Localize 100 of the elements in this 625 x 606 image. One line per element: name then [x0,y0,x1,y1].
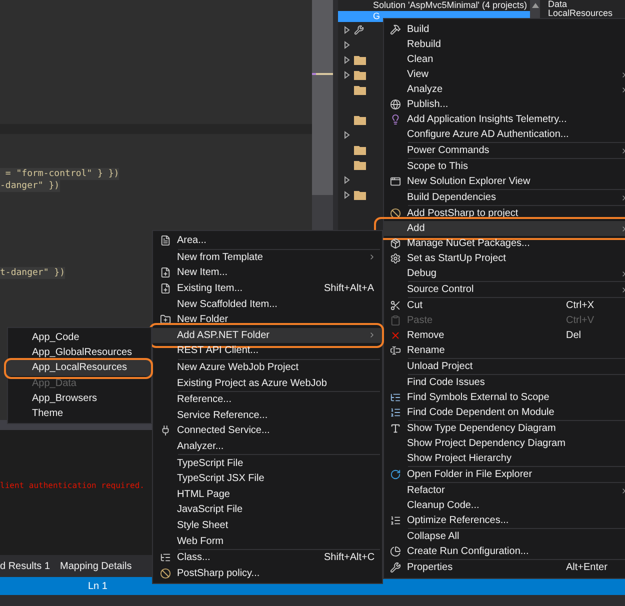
menu-item[interactable]: Clean [384,52,625,67]
tree-label: LocalResources [548,9,613,18]
folder-icon [354,115,366,125]
scissors-icon [390,300,401,311]
menu-item[interactable]: Remove Del [384,328,625,343]
menu-item[interactable]: App_LocalResources [8,360,151,376]
menu-item[interactable]: Find Symbols External to Scope [384,390,625,405]
menu-item[interactable]: Service Reference... [153,408,382,424]
menu-item[interactable]: JavaScript File [153,502,382,518]
menu-item[interactable]: Theme [8,406,151,422]
menu-item[interactable]: Web Form [153,533,382,549]
scroll-marker [312,73,333,75]
menu-item[interactable]: Set as StartUp Project [384,251,625,266]
folder-icon [354,160,366,170]
menu-item[interactable]: Reference... [153,392,382,408]
menu-item[interactable]: New Azure WebJob Project [153,360,382,376]
hammer-icon [390,24,401,35]
window-icon [390,176,401,187]
menu-item[interactable]: Properties Alt+Enter [384,560,625,575]
folder-icon [354,70,366,80]
expand-arrow-icon[interactable] [344,131,350,139]
rename-icon [390,345,401,356]
plug-icon [160,425,170,436]
menu-item[interactable]: Find Code Issues [384,375,625,390]
pie-icon [390,546,401,557]
menu-item[interactable]: Add [384,221,625,236]
menu-item[interactable]: Rebuild [384,37,625,52]
menu-item[interactable]: Configure Azure AD Authentication... [384,127,625,142]
menu-item[interactable]: New Folder [153,312,382,328]
menu-item[interactable]: PostSharp policy... [153,565,382,582]
menu-item[interactable]: Publish... [384,97,625,112]
settings-icon [390,253,401,264]
menu-item[interactable]: Show Type Dependency Diagram [384,421,625,436]
menu-item[interactable]: Cut Ctrl+X [384,298,625,313]
menu-item[interactable]: Analyze [384,82,625,97]
clipboard-icon [390,315,401,326]
menu-item[interactable]: Scope to This [384,159,625,174]
menu-item[interactable]: Refactor [384,483,625,498]
slashed-circle-icon [160,568,170,579]
error-message: lient authentication required. [0,480,144,492]
menu-item[interactable]: HTML Page [153,486,382,502]
menu-item[interactable]: New Solution Explorer View [384,174,625,189]
menu-item[interactable]: Area... [153,233,382,249]
menu-item[interactable]: TypeScript JSX File [153,470,382,486]
panel-tab[interactable]: d Results 1 [0,558,50,574]
file-plus-icon [160,267,170,278]
menu-item[interactable]: TypeScript File [153,455,382,471]
document-icon [160,235,170,246]
menu-item[interactable]: New from Template [153,250,382,266]
tree-row[interactable]: Solution 'AspMvc5Minimal' (4 projects) [338,0,530,11]
package-icon [390,238,401,249]
menu-item[interactable]: Rename [384,343,625,358]
menu-item[interactable]: App_GlobalResources [8,345,151,360]
menu-item[interactable]: App_Code [8,330,151,346]
menu-item[interactable]: Unload Project [384,359,625,374]
menu-item[interactable]: Add Application Insights Telemetry... [384,112,625,127]
menu-item[interactable]: Build [384,22,625,37]
lightbulb-icon [390,114,401,125]
menu-item[interactable]: Add ASP.NET Folder [153,328,382,344]
file-plus-icon [160,283,170,294]
menu-item[interactable]: View [384,67,625,82]
wrench-icon [354,25,364,35]
wrench-icon [390,562,401,573]
folder-plus-icon [160,314,170,326]
menu-item[interactable]: Show Project Hierarchy [384,451,625,466]
folder-icon [354,145,366,155]
menu-item[interactable]: Debug [384,266,625,281]
close-icon [390,330,401,341]
menu-item[interactable]: Build Dependencies [384,190,625,205]
list-icon [390,407,401,418]
menu-item[interactable]: Style Sheet [153,518,382,534]
menu-item[interactable]: Analyzer... [153,438,382,454]
menu-item[interactable]: Existing Item... Shift+Alt+A [153,280,382,296]
scroll-up-icon[interactable] [532,3,538,8]
menu-item[interactable]: Add PostSharp to project [384,206,625,221]
menu-item[interactable]: New Item... [153,265,382,281]
menu-item[interactable]: App_Browsers [8,390,151,406]
refresh-icon [390,469,401,480]
menu-item[interactable]: Show Project Dependency Diagram [384,436,625,451]
slashed-circle-icon [390,208,401,219]
menu-item[interactable]: Create Run Configuration... [384,544,625,559]
scrollbar-thumb[interactable] [312,0,333,195]
menu-item[interactable]: Source Control [384,282,625,297]
panel-tab[interactable]: Mapping Details [60,558,132,574]
menu-item[interactable]: Optimize References... [384,513,625,528]
folder-icon [354,85,366,95]
menu-item[interactable]: Connected Service... [153,423,382,439]
menu-item[interactable]: Find Code Dependent on Module [384,405,625,420]
menu-item[interactable]: REST API Client... [153,343,382,359]
menu-item[interactable]: Existing Project as Azure WebJob [153,375,382,391]
menu-item[interactable]: New Scaffolded Item... [153,296,382,312]
menu-item[interactable]: Manage NuGet Packages... [384,236,625,251]
menu-item[interactable]: Collapse All [384,529,625,544]
menu-item[interactable]: Cleanup Code... [384,498,625,513]
folder-icon [354,55,366,65]
menu-item[interactable]: Class... Shift+Alt+C [153,550,382,566]
menu-item[interactable]: Open Folder in File Explorer [384,467,625,482]
menu-item[interactable]: Power Commands [384,143,625,158]
letter-icon [390,423,401,434]
globe-icon [390,99,401,110]
